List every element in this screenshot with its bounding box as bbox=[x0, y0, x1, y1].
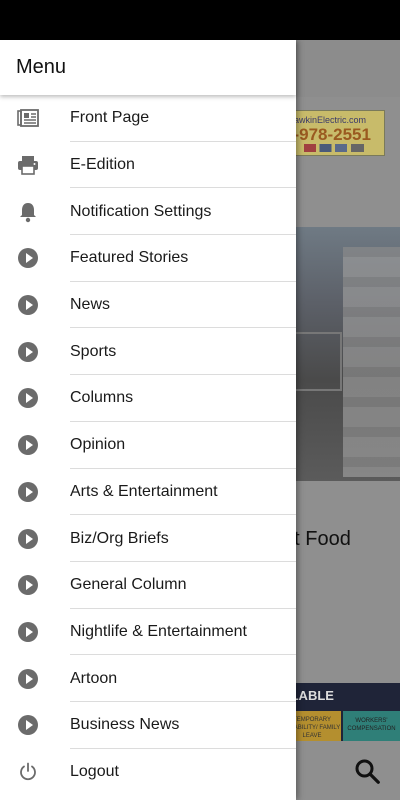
menu-list: Front Page E-Edition Notification Settin… bbox=[0, 95, 296, 795]
advertisement[interactable]: ahawkinElectric.com 9-978-2551 bbox=[283, 110, 385, 156]
navigation-drawer: Menu Front Page E-Edition Notification S… bbox=[0, 40, 296, 800]
status-bar bbox=[0, 0, 400, 40]
menu-item-sports[interactable]: Sports bbox=[0, 328, 296, 376]
drawer-header: Menu bbox=[0, 40, 296, 95]
menu-item-label: Opinion bbox=[70, 436, 126, 454]
play-circle-icon bbox=[17, 528, 39, 550]
menu-item-artoon[interactable]: Artoon bbox=[0, 655, 296, 702]
menu-item-logout[interactable]: Logout bbox=[0, 749, 296, 796]
menu-item-opinion[interactable]: Opinion bbox=[0, 422, 296, 469]
newspaper-icon bbox=[17, 107, 39, 129]
play-circle-icon bbox=[17, 574, 39, 596]
menu-item-label: Nightlife & Entertainment bbox=[70, 622, 247, 640]
menu-item-label: News bbox=[70, 296, 111, 314]
printer-icon bbox=[17, 154, 39, 176]
power-icon bbox=[17, 761, 39, 783]
search-icon[interactable] bbox=[352, 756, 382, 786]
banner-right-text: WORKERS' COMPENSATION bbox=[343, 711, 400, 741]
menu-item-columns[interactable]: Columns bbox=[0, 375, 296, 422]
play-circle-icon bbox=[17, 481, 39, 503]
menu-item-front-page[interactable]: Front Page bbox=[0, 95, 296, 142]
menu-item-nightlife-entertainment[interactable]: Nightlife & Entertainment bbox=[0, 609, 296, 656]
menu-item-label: Logout bbox=[70, 762, 119, 780]
menu-item-e-edition[interactable]: E-Edition bbox=[0, 142, 296, 189]
play-circle-icon bbox=[17, 621, 39, 643]
menu-item-label: Arts & Entertainment bbox=[70, 482, 218, 500]
play-circle-icon bbox=[17, 247, 39, 269]
menu-item-label: Columns bbox=[70, 389, 134, 407]
menu-item-general-column[interactable]: General Column bbox=[0, 562, 296, 609]
drawer-title: Menu bbox=[16, 56, 67, 78]
menu-item-label: Artoon bbox=[70, 669, 118, 687]
play-circle-icon bbox=[17, 294, 39, 316]
menu-item-label: Notification Settings bbox=[70, 202, 212, 220]
photo-cart bbox=[293, 332, 342, 391]
payment-cards-image bbox=[304, 144, 364, 152]
menu-item-business-news[interactable]: Business News bbox=[0, 702, 296, 749]
menu-item-featured-stories[interactable]: Featured Stories bbox=[0, 235, 296, 282]
photo-shelf bbox=[343, 247, 400, 477]
menu-item-biz-org-briefs[interactable]: Biz/Org Briefs bbox=[0, 515, 296, 562]
menu-item-news[interactable]: News bbox=[0, 282, 296, 329]
menu-item-notification-settings[interactable]: Notification Settings bbox=[0, 188, 296, 236]
menu-item-label: General Column bbox=[70, 576, 187, 594]
play-circle-icon bbox=[17, 341, 39, 363]
menu-item-label: E-Edition bbox=[70, 156, 135, 174]
menu-item-label: Business News bbox=[70, 716, 180, 734]
play-circle-icon bbox=[17, 714, 39, 736]
play-circle-icon bbox=[17, 387, 39, 409]
menu-item-label: Biz/Org Briefs bbox=[70, 529, 169, 547]
menu-item-label: Front Page bbox=[70, 109, 150, 127]
play-circle-icon bbox=[17, 668, 39, 690]
bell-icon bbox=[17, 201, 39, 223]
menu-item-label: Featured Stories bbox=[70, 249, 189, 267]
menu-item-arts-entertainment[interactable]: Arts & Entertainment bbox=[0, 469, 296, 516]
play-circle-icon bbox=[17, 434, 39, 456]
ad-text-line1: ahawkinElectric.com bbox=[284, 115, 367, 125]
article-photo[interactable] bbox=[283, 227, 400, 481]
ad-text-line2: 9-978-2551 bbox=[284, 125, 371, 144]
banner-ad[interactable]: ILABLE TEMPORARY DISABILITY/ FAMILY LEAV… bbox=[283, 683, 400, 741]
menu-item-label: Sports bbox=[70, 342, 117, 360]
